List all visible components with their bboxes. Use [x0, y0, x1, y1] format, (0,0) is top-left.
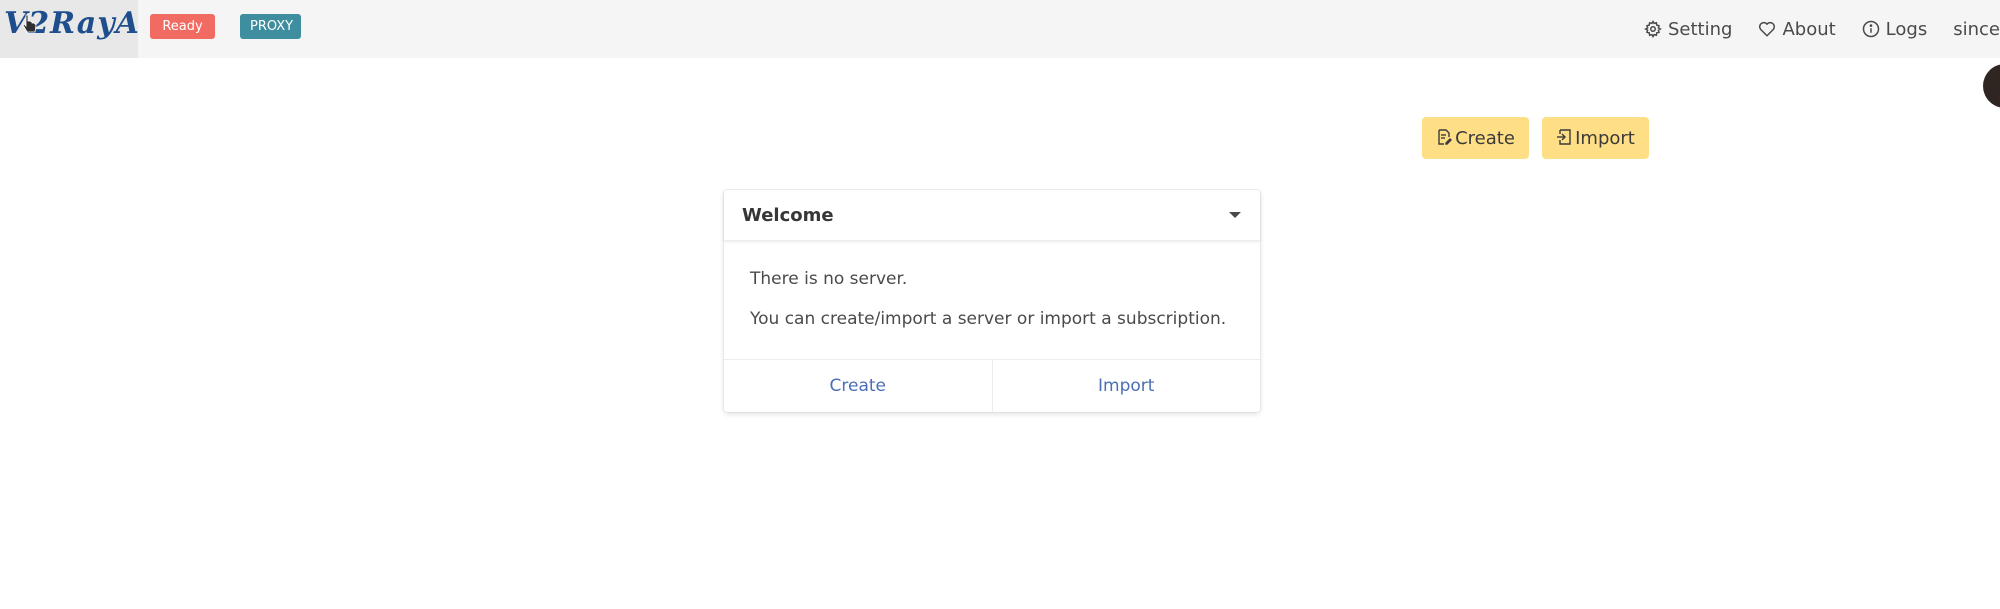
- file-edit-icon: [1438, 129, 1453, 145]
- brand-logo-area[interactable]: V2RayA: [0, 0, 139, 58]
- nav-about[interactable]: About: [1758, 18, 1836, 40]
- welcome-card: Welcome There is no server. You can crea…: [724, 190, 1260, 412]
- nav-logs-label: Logs: [1885, 18, 1928, 40]
- navbar-menu: Setting About Logs since: [1618, 0, 2000, 58]
- status-badge-ready: Ready: [150, 14, 215, 39]
- nav-user-menu[interactable]: since: [1953, 19, 2000, 40]
- welcome-card-footer: Create Import: [724, 359, 1260, 412]
- create-button-label: Create: [1455, 127, 1515, 149]
- nav-setting[interactable]: Setting: [1644, 19, 1732, 40]
- card-create-link[interactable]: Create: [724, 360, 992, 412]
- hand-cursor-icon: [22, 14, 37, 33]
- gear-icon: [1644, 20, 1662, 38]
- welcome-card-title: Welcome: [742, 204, 834, 226]
- import-button-label: Import: [1575, 127, 1635, 149]
- status-badge-proxy: PROXY: [240, 14, 301, 39]
- import-button[interactable]: Import: [1542, 117, 1649, 159]
- caret-down-icon[interactable]: [1228, 208, 1242, 222]
- nav-logs[interactable]: Logs: [1862, 18, 1928, 40]
- nav-setting-label: Setting: [1668, 18, 1733, 40]
- welcome-message-line1: There is no server.: [750, 269, 908, 289]
- nav-user-label: since: [1953, 18, 2000, 40]
- welcome-card-body: There is no server. You can create/impor…: [724, 241, 1260, 359]
- welcome-message-line2: You can create/import a server or import…: [750, 309, 1227, 329]
- heart-icon: [1759, 21, 1776, 37]
- nav-about-label: About: [1782, 18, 1836, 40]
- card-import-link[interactable]: Import: [991, 360, 1261, 412]
- welcome-card-header[interactable]: Welcome: [724, 190, 1260, 241]
- top-navbar: V2RayA Ready PROXY Setting About Logs si…: [0, 0, 2000, 58]
- floating-action-button[interactable]: [1983, 64, 2000, 108]
- create-button[interactable]: Create: [1422, 117, 1529, 159]
- import-icon: [1557, 129, 1571, 145]
- info-icon: [1862, 20, 1879, 38]
